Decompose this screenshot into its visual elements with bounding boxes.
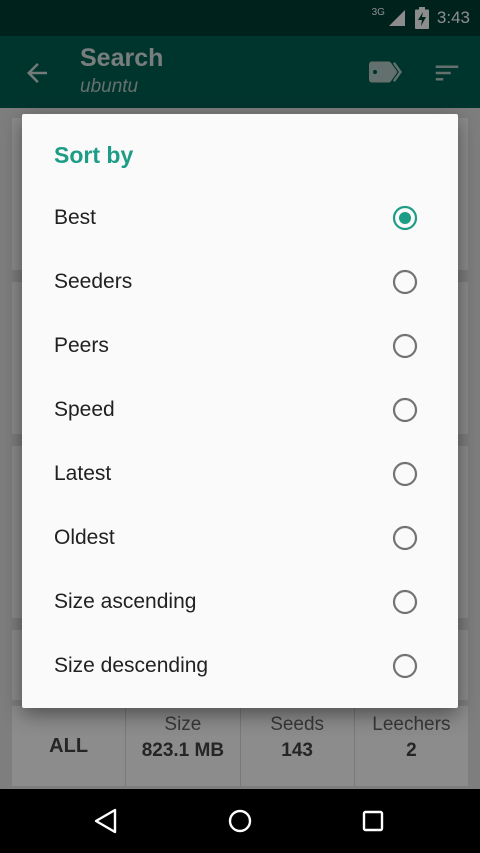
radio-unchecked-icon[interactable] (392, 525, 418, 551)
radio-unchecked-icon[interactable] (392, 269, 418, 295)
screen: ALL Size 823.1 MB Seeds 143 Leechers 2 S… (0, 0, 480, 853)
radio-unchecked-icon[interactable] (392, 397, 418, 423)
radio-unchecked-icon[interactable] (392, 589, 418, 615)
sort-option-label: Seeders (54, 270, 133, 293)
sort-option-label: Speed (54, 398, 115, 421)
dialog-title: Sort by (54, 142, 134, 168)
nav-back-icon[interactable] (91, 806, 121, 836)
sort-option-best[interactable]: Best (22, 186, 458, 250)
nav-recents-icon[interactable] (358, 806, 388, 836)
sort-option-label: Size descending (54, 654, 209, 677)
sort-option-latest[interactable]: Latest (22, 442, 458, 506)
sort-option-list: Best Seeders Peers Speed Latest Oldest S… (22, 186, 458, 698)
nav-home-icon[interactable] (225, 806, 255, 836)
radio-unchecked-icon[interactable] (392, 653, 418, 679)
sort-option-label: Best (54, 206, 97, 229)
sort-option-size-descending[interactable]: Size descending (22, 634, 458, 698)
sort-option-label: Size ascending (54, 590, 197, 613)
sort-option-label: Oldest (54, 526, 115, 549)
sort-option-speed[interactable]: Speed (22, 378, 458, 442)
navigation-bar (0, 789, 480, 853)
sort-option-seeders[interactable]: Seeders (22, 250, 458, 314)
sort-option-peers[interactable]: Peers (22, 314, 458, 378)
sort-option-label: Peers (54, 334, 109, 357)
sort-option-oldest[interactable]: Oldest (22, 506, 458, 570)
sort-dialog: Sort by Best Seeders Peers Speed Latest … (22, 114, 458, 708)
radio-unchecked-icon[interactable] (392, 333, 418, 359)
radio-unchecked-icon[interactable] (392, 461, 418, 487)
sort-option-size-ascending[interactable]: Size ascending (22, 570, 458, 634)
radio-checked-icon[interactable] (392, 205, 418, 231)
sort-option-label: Latest (54, 462, 112, 485)
